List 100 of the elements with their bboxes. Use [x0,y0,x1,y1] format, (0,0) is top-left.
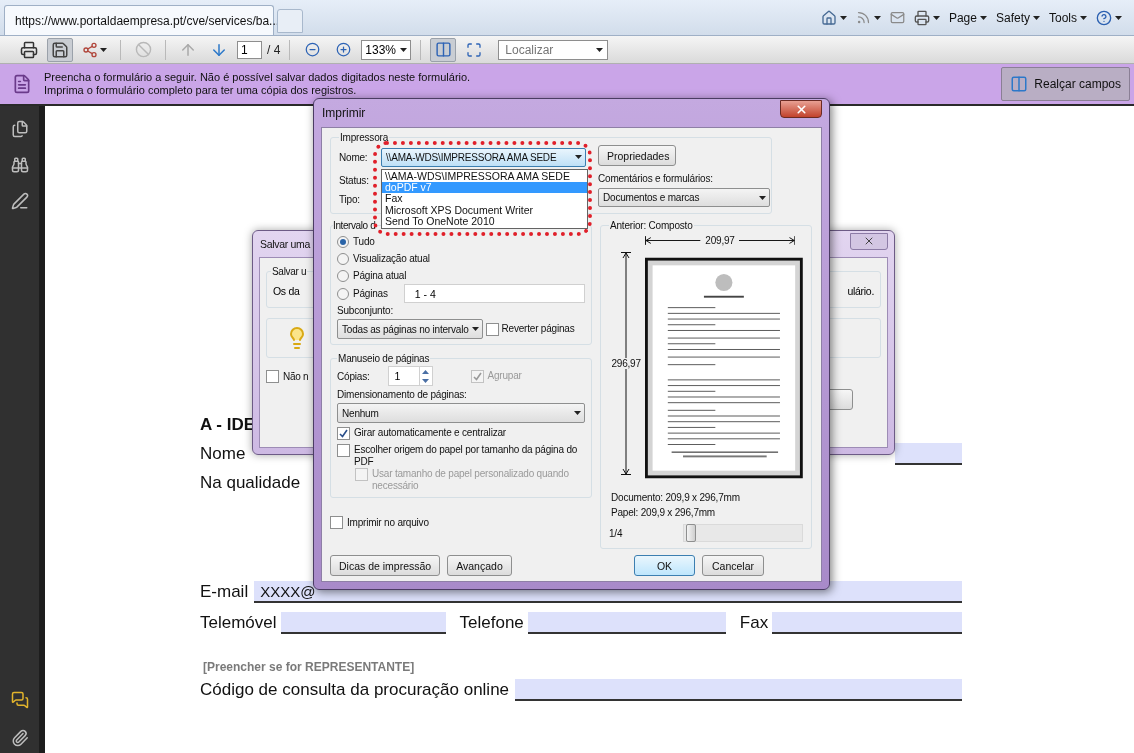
subset-select[interactable]: Todas as páginas no intervalo [337,319,483,339]
pen-icon[interactable] [10,192,29,210]
radio-button[interactable] [337,287,349,300]
dimension-line [738,236,795,245]
pages-field[interactable]: 1 - 4 [403,284,585,303]
caret-icon [979,15,987,20]
field-label: Tipo: [339,193,361,205]
up-arrow-icon[interactable] [422,369,429,374]
dialog-button[interactable]: OK [634,555,695,576]
group-label: Salvar u [271,266,308,277]
radio-label: Página atual [353,270,407,281]
field-label: Cópias: [337,370,370,382]
caret-icon [1080,15,1087,20]
zoom-out-icon [304,42,320,57]
checkbox[interactable] [330,516,343,529]
highlight-fields-button[interactable]: Realçar campos [1001,67,1130,101]
home-icon[interactable] [820,9,837,26]
dialog-button[interactable]: Cancelar [702,555,764,576]
paperclip-icon[interactable] [10,729,29,747]
zoom-in-icon [335,42,351,57]
caret-icon [759,195,766,200]
command-menu[interactable]: Page [948,10,987,25]
checkbox-label: Girar automaticamente e centralizar [354,427,506,439]
field-label: Código de consulta da procuração online [200,680,510,700]
mail-icon[interactable] [889,10,905,25]
radio-label: Páginas [353,288,388,299]
copies-spinner[interactable]: 1 [387,366,433,386]
close-button[interactable] [780,100,822,118]
page-indicator: 1/4 [609,527,623,539]
search-field[interactable]: Localizar [503,41,590,58]
page-number-field[interactable]: 1 [237,40,262,59]
binoculars-icon[interactable] [10,156,29,174]
input-field[interactable] [515,679,962,701]
caret-icon [1033,15,1040,20]
radio-button[interactable] [337,235,349,248]
caret-icon [471,327,479,331]
page-count: / 4 [267,42,281,57]
fit-width-button[interactable] [430,37,457,62]
down-arrow-icon[interactable] [422,378,429,383]
columns-icon [434,41,452,58]
caret-icon [100,47,107,52]
page-slider[interactable] [683,524,803,542]
radio-button[interactable] [337,252,349,265]
radio-button[interactable] [337,269,349,282]
caret-icon [574,411,581,415]
form-icon [12,74,32,94]
sizing-select[interactable]: Nenhum [337,403,585,423]
pages-icon[interactable] [10,120,29,138]
zoom-select[interactable]: 133% [361,39,412,60]
caret-icon [932,15,940,20]
input-field[interactable] [280,612,446,634]
height-dimension: 296,97 [611,358,641,369]
close-icon [794,102,808,116]
input-field[interactable] [895,443,962,465]
search-combo-box[interactable]: Localizar [498,39,609,60]
expand-icon [466,41,483,58]
columns-icon [1010,75,1029,93]
dialog-button[interactable]: Dicas de impressão [330,555,441,576]
input-field[interactable] [772,612,962,634]
field-label: Status: [339,174,370,186]
command-menu[interactable]: Safety [995,10,1040,25]
dialog-button[interactable]: Avançado [447,555,512,576]
comments-icon[interactable] [10,691,29,709]
note-text: [Preencher se for REPRESENTANTE] [203,660,415,674]
document-size: Documento: 209,9 x 296,7mm [611,491,741,505]
checkbox[interactable] [485,322,499,336]
help-icon[interactable] [1096,9,1112,26]
group-label: Impressora [339,132,389,143]
checkbox-label: Reverter páginas [501,323,575,335]
print-icon [20,40,38,59]
printer-select[interactable]: \\AMA-WDS\IMPRESSORA AMA SEDE [381,147,586,167]
copies-field[interactable]: 1 [388,369,419,383]
checkbox[interactable] [337,444,350,457]
dialog-title: Imprimir [321,106,366,120]
width-dimension: 209,97 [705,235,735,246]
slider-thumb[interactable] [686,524,697,542]
field-label: E-mail [200,582,249,602]
checkbox-label: Não n [283,370,309,383]
checkbox[interactable] [266,370,279,383]
save-button[interactable] [47,37,73,62]
field-label: Comentários e formulários: [598,173,714,184]
close-icon [863,235,875,247]
comments-select[interactable]: Documentos e marcas [598,188,770,207]
command-menu[interactable]: Tools [1049,10,1087,25]
share-icon [82,41,98,58]
print-icon[interactable] [913,9,930,26]
ban-icon [134,41,152,58]
caret-icon [400,47,408,52]
caret-icon [839,15,847,20]
save-icon [51,40,69,59]
group-label: Anterior: Composto [609,220,694,231]
checkbox[interactable] [337,427,350,440]
form-message: Preencha o formulário a seguir. Não é possível salvar dados digitados neste formulário. Imprima o formulário completo para ter uma cópia dos registros. [44,71,471,97]
group-label: Manuseio de páginas [337,353,431,364]
properties-button[interactable]: Propriedades [598,145,676,166]
field-label: Fax [739,613,769,633]
input-field[interactable] [527,612,726,634]
caret-icon [596,47,604,52]
feed-icon[interactable] [855,10,871,25]
checkbox-label: Agrupar [487,370,522,382]
